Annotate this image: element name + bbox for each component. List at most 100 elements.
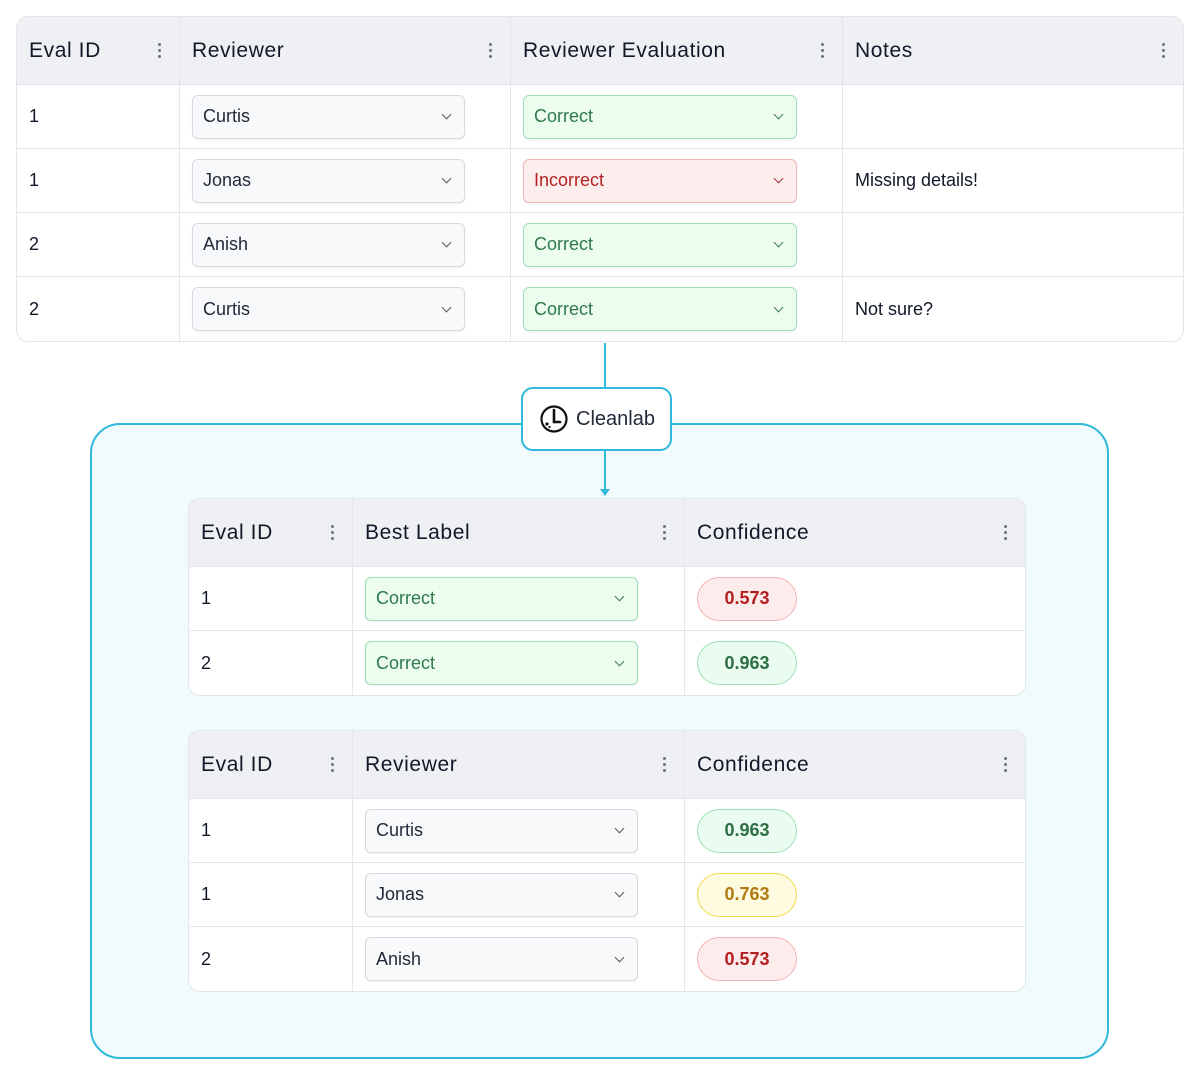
column-menu-icon[interactable]	[327, 757, 338, 772]
table-row: 1 Jonas 0.763	[189, 863, 1025, 927]
table-row: 1 Curtis Correct	[17, 85, 1183, 149]
column-header-label: Reviewer Evaluation	[523, 38, 726, 62]
column-menu-icon[interactable]	[154, 43, 165, 58]
column-menu-icon[interactable]	[659, 525, 670, 540]
chevron-down-icon	[614, 887, 625, 898]
reviewer-cell: Curtis	[353, 799, 685, 863]
chevron-down-icon	[614, 823, 625, 834]
dropdown-value: Correct	[534, 234, 594, 254]
column-header-reviewer[interactable]: Reviewer	[353, 731, 685, 799]
evaluation-dropdown[interactable]: Incorrect	[523, 158, 797, 203]
eval-id-cell: 1	[189, 799, 353, 863]
reviewer-dropdown[interactable]: Curtis	[192, 287, 465, 331]
column-menu-icon[interactable]	[327, 525, 338, 540]
column-menu-icon[interactable]	[485, 43, 496, 58]
eval-id-cell: 1	[17, 149, 180, 213]
column-header-confidence[interactable]: Confidence	[685, 731, 1025, 799]
chevron-down-icon	[441, 109, 452, 120]
chevron-down-icon	[614, 656, 625, 666]
reviewer-dropdown[interactable]: Curtis	[192, 94, 465, 139]
dropdown-value: Correct	[376, 652, 436, 673]
dropdown-value: Jonas	[203, 170, 252, 190]
chevron-down-icon	[614, 591, 625, 602]
table-row: 2 Anish 0.573	[189, 927, 1025, 991]
dropdown-value: Anish	[203, 234, 249, 254]
confidence-cell: 0.573	[685, 927, 1025, 991]
column-menu-icon[interactable]	[1158, 43, 1169, 58]
chevron-down-icon	[773, 173, 784, 184]
confidence-cell: 0.573	[685, 567, 1025, 631]
column-header-label: Reviewer	[192, 38, 285, 62]
notes-cell[interactable]: Not sure?	[843, 277, 1183, 341]
column-header-confidence[interactable]: Confidence	[685, 499, 1025, 567]
best-label-cell: Correct	[353, 567, 685, 631]
column-header-label: Notes	[855, 38, 913, 62]
column-menu-icon[interactable]	[659, 757, 670, 772]
column-header-eval-id[interactable]: Eval ID	[17, 17, 180, 85]
eval-id-cell: 1	[189, 863, 353, 927]
eval-id-cell: 1	[17, 85, 180, 149]
cleanlab-label: Cleanlab	[576, 407, 655, 430]
reviewer-cell: Anish	[180, 213, 511, 277]
confidence-badge: 0.573	[697, 576, 797, 621]
confidence-cell: 0.763	[685, 863, 1025, 927]
table-header-row: Eval ID Best Label Confidence	[189, 499, 1025, 567]
column-header-reviewer-evaluation[interactable]: Reviewer Evaluation	[511, 17, 843, 85]
column-menu-icon[interactable]	[817, 43, 828, 58]
confidence-badge: 0.963	[697, 641, 797, 685]
reviewer-dropdown[interactable]: Curtis	[365, 808, 638, 853]
dropdown-value: Correct	[376, 588, 436, 608]
confidence-cell: 0.963	[685, 799, 1025, 863]
chevron-down-icon	[773, 109, 784, 120]
chevron-down-icon	[773, 302, 784, 312]
cleanlab-badge: Cleanlab	[521, 387, 672, 451]
column-header-label: Reviewer	[365, 752, 458, 776]
eval-id-cell: 1	[189, 567, 353, 631]
column-header-notes[interactable]: Notes	[843, 17, 1183, 85]
eval-id-cell: 2	[189, 631, 353, 695]
dropdown-value: Curtis	[376, 820, 424, 840]
table-row: 1 Jonas Incorrect Missing details!	[17, 149, 1183, 213]
reviewer-dropdown[interactable]: Jonas	[365, 872, 638, 917]
table-row: 2 Anish Correct	[17, 213, 1183, 277]
reviewer-cell: Anish	[353, 927, 685, 991]
notes-cell[interactable]	[843, 85, 1183, 149]
table-row: 1 Correct 0.573	[189, 567, 1025, 631]
best-label-dropdown[interactable]: Correct	[365, 641, 638, 685]
column-header-best-label[interactable]: Best Label	[353, 499, 685, 567]
column-menu-icon[interactable]	[1000, 757, 1011, 772]
column-header-label: Best Label	[365, 520, 471, 544]
eval-id-cell: 2	[17, 277, 180, 341]
column-header-label: Eval ID	[29, 38, 101, 62]
best-label-dropdown[interactable]: Correct	[365, 576, 638, 621]
evaluation-cell: Incorrect	[511, 149, 843, 213]
evaluation-dropdown[interactable]: Correct	[523, 287, 797, 331]
arrow-down-icon	[600, 489, 610, 496]
column-header-label: Eval ID	[201, 520, 273, 544]
column-header-label: Confidence	[697, 752, 810, 776]
table-header-row: Eval ID Reviewer Confidence	[189, 731, 1025, 799]
dropdown-value: Incorrect	[534, 170, 605, 190]
reviewer-dropdown[interactable]: Jonas	[192, 158, 465, 203]
notes-cell[interactable]: Missing details!	[843, 149, 1183, 213]
reviewer-cell: Curtis	[180, 277, 511, 341]
dropdown-value: Curtis	[203, 106, 251, 126]
dropdown-value: Jonas	[376, 884, 425, 904]
eval-id-cell: 2	[189, 927, 353, 991]
reviewer-dropdown[interactable]: Anish	[192, 222, 465, 267]
evaluation-dropdown[interactable]: Correct	[523, 94, 797, 139]
evaluation-cell: Correct	[511, 213, 843, 277]
reviewer-cell: Curtis	[180, 85, 511, 149]
dropdown-value: Correct	[534, 298, 594, 319]
column-header-reviewer[interactable]: Reviewer	[180, 17, 511, 85]
dropdown-value: Anish	[376, 948, 422, 969]
column-header-eval-id[interactable]: Eval ID	[189, 499, 353, 567]
column-header-eval-id[interactable]: Eval ID	[189, 731, 353, 799]
table-row: 2 Correct 0.963	[189, 631, 1025, 695]
notes-cell[interactable]	[843, 213, 1183, 277]
best-label-cell: Correct	[353, 631, 685, 695]
column-menu-icon[interactable]	[1000, 525, 1011, 540]
cleanlab-logo-icon	[540, 405, 568, 433]
reviewer-dropdown[interactable]: Anish	[365, 937, 638, 981]
evaluation-dropdown[interactable]: Correct	[523, 222, 797, 267]
